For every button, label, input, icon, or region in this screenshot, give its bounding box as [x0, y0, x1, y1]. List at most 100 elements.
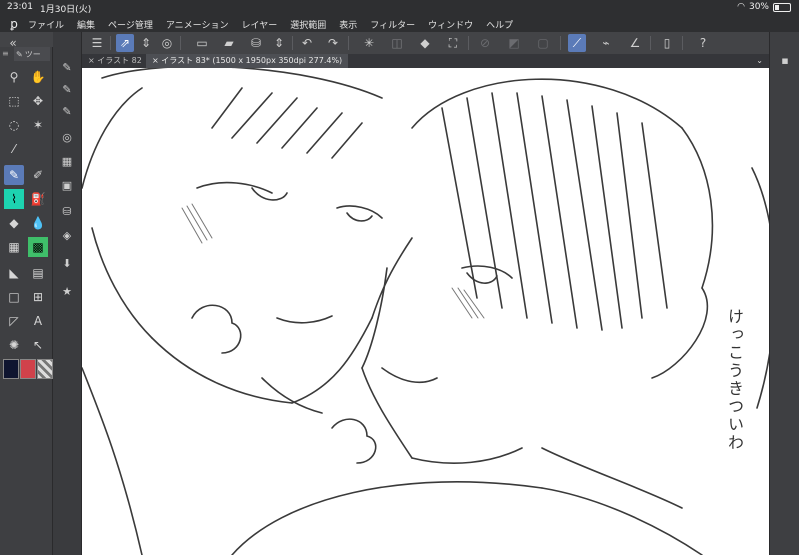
favorites-icon[interactable]: ★ [58, 282, 76, 300]
deselect-icon[interactable]: ⊘ [476, 34, 494, 52]
panel-frame-icon[interactable]: ⊞ [28, 287, 48, 307]
new-file-icon[interactable]: ▭ [193, 34, 211, 52]
tool-tab-label: ツー [24, 49, 41, 59]
menu-layer[interactable]: レイヤー [242, 18, 278, 31]
pen-tool-icon[interactable]: ✎ [4, 165, 24, 185]
updown-icon[interactable]: ⇕ [137, 34, 155, 52]
cloud-icon[interactable]: ◎ [158, 34, 176, 52]
clear-icon[interactable]: ◫ [388, 34, 406, 52]
move-icon[interactable]: ✥ [28, 91, 48, 111]
brush-tool-icon[interactable]: ⌇ [4, 189, 24, 209]
undo-icon[interactable]: ↶ [298, 34, 316, 52]
navigator-icon[interactable]: ▣ [58, 176, 76, 194]
status-bar: 23:01 1月30日(火) ◠ 30% [0, 0, 799, 16]
material-icon[interactable]: ⬇ [58, 254, 76, 272]
redo-icon[interactable]: ↷ [324, 34, 342, 52]
drawing-canvas[interactable]: けっこうきついわ [82, 68, 769, 555]
open-folder-icon[interactable]: ▰ [220, 34, 238, 52]
layers-icon[interactable]: ◈ [58, 226, 76, 244]
invert-selection-icon[interactable]: ◩ [505, 34, 523, 52]
divider [348, 36, 349, 50]
ruler-snap-icon[interactable]: ⟋ [568, 34, 586, 52]
command-bar: « « ☰ ⇗ ⇕ ◎ ▭ ▰ ⛁ ⇕ ↶ ↷ ✳ ◫ ◆ ⛶ ⊘ ◩ ▢ ⟋ … [0, 32, 799, 55]
app-logo-icon[interactable]: ꝑ [0, 17, 28, 31]
sketch-artwork [82, 68, 769, 555]
wifi-icon: ◠ [737, 2, 745, 12]
brush-preset-icon[interactable]: ✎ [58, 80, 76, 98]
pen-tab-icon: ✎ [16, 49, 23, 59]
save-icon[interactable]: ⛁ [247, 34, 265, 52]
battery-percent: 30% [748, 2, 769, 12]
loading-icon[interactable]: ✳ [360, 34, 378, 52]
divider [468, 36, 469, 50]
effect-line-icon[interactable]: ✺ [4, 335, 24, 355]
fill-icon[interactable]: ◆ [416, 34, 434, 52]
tab-illust-82[interactable]: × イラスト 82 [82, 54, 148, 68]
tool-panel: ≡ ✎ ツー ⚲ ✋ ⬚ ✥ ◌ ✶ ⁄ ✎ ✐ ⌇ ⛽ ◆ 💧 ▦ ▩ ◣ ▤… [0, 47, 53, 555]
eyedropper-icon[interactable]: ⁄ [4, 139, 24, 159]
handwritten-note: けっこうきついわ [725, 308, 744, 452]
text-tool-icon[interactable]: A [28, 311, 48, 331]
airbrush-icon[interactable]: ⛽ [28, 189, 48, 209]
color-set-icon[interactable]: ▦ [58, 152, 76, 170]
menu-file[interactable]: ファイル [28, 18, 64, 31]
chevron-down-icon[interactable]: ⌄ [756, 54, 763, 68]
tab-illust-83[interactable]: × イラスト 83* (1500 x 1950px 350dpi 277.4%) [146, 54, 349, 68]
transform-icon[interactable]: ⛶ [444, 34, 462, 52]
show-selection-icon[interactable]: ▢ [534, 34, 552, 52]
right-panel: ▪ [769, 32, 799, 555]
sub-tool-strip: ✎ ✎ ✎ ◎ ▦ ▣ ⛁ ◈ ⬇ ★ [53, 32, 82, 555]
gradient-icon[interactable]: ▤ [28, 263, 48, 283]
eraser-icon[interactable]: ◆ [4, 213, 24, 233]
brush-preset-icon[interactable]: ✎ [58, 102, 76, 120]
menu-edit[interactable]: 編集 [77, 18, 95, 31]
color-wheel-icon[interactable]: ◎ [58, 128, 76, 146]
tool-tab[interactable]: ✎ ツー [14, 47, 50, 61]
lasso-icon[interactable]: ◌ [4, 115, 24, 135]
menu-animation[interactable]: アニメーション [166, 18, 229, 31]
updown-icon[interactable]: ⇕ [270, 34, 288, 52]
blend-icon[interactable]: 💧 [28, 213, 48, 233]
menu-window[interactable]: ウィンドウ [428, 18, 473, 31]
clock: 23:01 [7, 2, 33, 12]
fill-bucket-icon[interactable]: ◣ [4, 263, 24, 283]
object-select-icon[interactable]: ⬚ [4, 91, 24, 111]
menu-bar: ꝑ ファイル 編集 ページ管理 アニメーション レイヤー 選択範囲 表示 フィル… [0, 16, 799, 32]
battery-indicator: ◠ 30% [737, 2, 791, 12]
divider [110, 36, 111, 50]
divider [650, 36, 651, 50]
menu-selection[interactable]: 選択範囲 [290, 18, 326, 31]
brush-snap-icon[interactable]: ⌁ [597, 34, 615, 52]
frame-icon[interactable]: ▦ [4, 237, 24, 257]
help-icon[interactable]: ? [694, 34, 712, 52]
magic-wand-icon[interactable]: ✶ [28, 115, 48, 135]
pen-snap-icon[interactable]: ∠ [626, 34, 644, 52]
hamburger-menu-icon[interactable]: ☰ [88, 34, 106, 52]
pencil-tool-icon[interactable]: ✐ [28, 165, 48, 185]
tablet-icon[interactable]: ▯ [658, 34, 676, 52]
brush-preset-icon[interactable]: ✎ [58, 58, 76, 76]
transparent-color-swatch[interactable] [37, 359, 53, 379]
battery-icon [773, 2, 791, 12]
layer-property-icon[interactable]: ⛁ [58, 202, 76, 220]
panel-menu-icon[interactable]: ≡ [2, 49, 9, 58]
divider [560, 36, 561, 50]
date: 1月30日(火) [40, 5, 92, 15]
quick-access-icon[interactable]: ⇗ [116, 34, 134, 52]
layer-thumb-icon[interactable]: ▪ [777, 52, 793, 68]
ruler-icon[interactable]: ◸ [4, 311, 24, 331]
document-tabs: × イラスト 82 × イラスト 83* (1500 x 1950px 350d… [82, 54, 769, 68]
menu-view[interactable]: 表示 [339, 18, 357, 31]
correct-line-icon[interactable]: ↖ [28, 335, 48, 355]
hand-icon[interactable]: ✋ [28, 67, 48, 87]
menu-page[interactable]: ページ管理 [108, 18, 153, 31]
zoom-icon[interactable]: ⚲ [4, 67, 24, 87]
divider [292, 36, 293, 50]
sub-color-swatch[interactable] [20, 359, 36, 379]
tone-icon[interactable]: ▩ [28, 237, 48, 257]
menu-help[interactable]: ヘルプ [486, 18, 513, 31]
divider [682, 36, 683, 50]
shape-icon[interactable]: □ [4, 287, 24, 307]
menu-filter[interactable]: フィルター [370, 18, 415, 31]
main-color-swatch[interactable] [3, 359, 19, 379]
